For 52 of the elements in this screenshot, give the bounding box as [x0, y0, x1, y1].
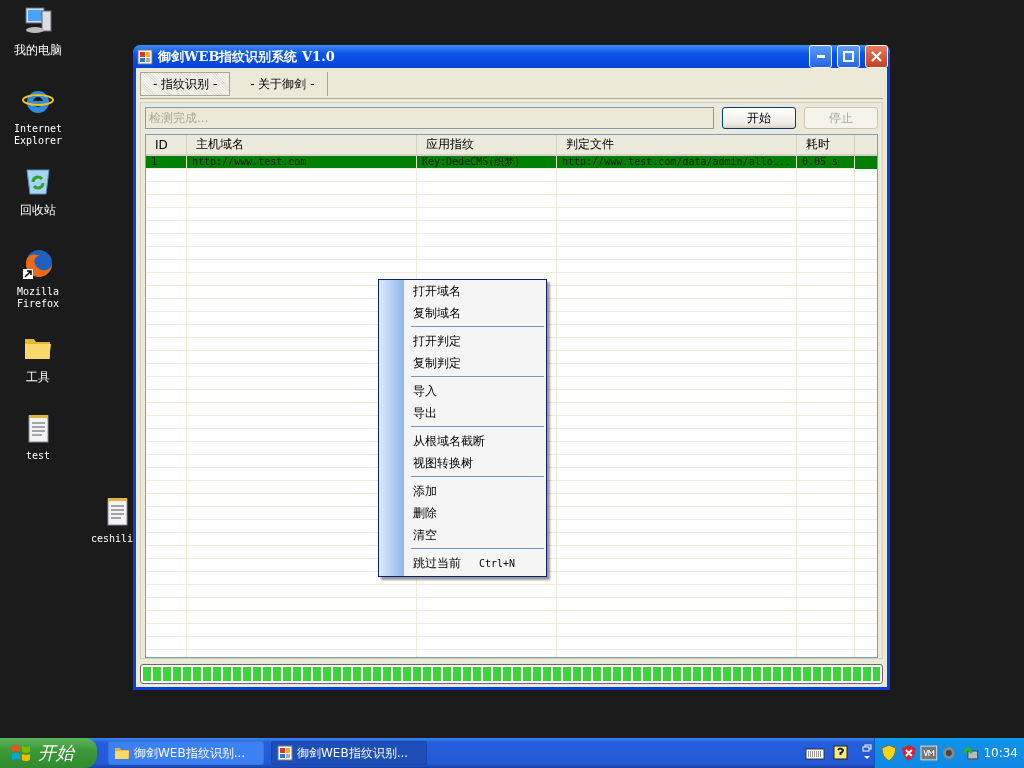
- network-icon[interactable]: [961, 744, 980, 762]
- tab[interactable]: - 关于御剑 -: [238, 72, 328, 96]
- menu-item[interactable]: 打开域名: [404, 280, 544, 302]
- desktop-icon-label[interactable]: Mozilla Firefox: [8, 286, 68, 310]
- menu-item[interactable]: 导出: [404, 402, 544, 424]
- help-icon[interactable]: [833, 745, 849, 761]
- close-button[interactable]: [865, 45, 888, 68]
- menu-item[interactable]: 导入: [404, 380, 544, 402]
- menu-item[interactable]: 添加: [404, 480, 544, 502]
- column-header[interactable]: ID: [146, 135, 187, 154]
- windows-flag-icon: [10, 743, 32, 763]
- column-header[interactable]: 判定文件: [557, 135, 797, 154]
- start-button[interactable]: 开始: [722, 107, 796, 129]
- start-button[interactable]: 开始: [0, 738, 97, 768]
- shield-icon[interactable]: [881, 744, 897, 762]
- folder-icon: [114, 745, 130, 761]
- minimize-icon: [816, 55, 825, 58]
- column-header[interactable]: 主机域名: [187, 135, 417, 154]
- shield-icon[interactable]: [900, 744, 917, 762]
- tab[interactable]: - 指纹识别 -: [140, 72, 231, 96]
- window-title: 御剑WEB指纹识别系统 V1.0: [158, 47, 336, 66]
- column-header[interactable]: 耗时: [797, 135, 855, 154]
- desktop-icon-label[interactable]: test: [8, 450, 68, 462]
- menu-item[interactable]: 复制域名: [404, 302, 544, 324]
- desktop-icon-label[interactable]: 回收站: [20, 203, 56, 217]
- restore-icon[interactable]: [861, 744, 873, 762]
- menu-item[interactable]: 复制判定: [404, 352, 544, 374]
- taskbar-button[interactable]: 御剑WEB指纹识别...: [108, 741, 264, 765]
- table-row[interactable]: 1 http://www.test.com Key:DedeCMS(织梦) http://www.test.com/data/admin/allo... 0.05 s: [146, 156, 877, 169]
- close-icon: [871, 51, 882, 62]
- menu-item[interactable]: 清空: [404, 524, 544, 546]
- maximize-button[interactable]: [837, 45, 860, 68]
- desktop-icon-label[interactable]: Internet Explorer: [8, 123, 68, 147]
- speaker-icon[interactable]: [942, 745, 958, 761]
- menu-item[interactable]: 视图转换树: [404, 452, 544, 474]
- column-header[interactable]: 应用指纹: [417, 135, 557, 154]
- menu-item[interactable]: 打开判定: [404, 330, 544, 352]
- desktop-icon-label[interactable]: ceshili: [91, 533, 134, 545]
- menu-item[interactable]: 从根域名截断: [404, 430, 544, 452]
- menu-item[interactable]: 删除: [404, 502, 544, 524]
- desktop-icon-label[interactable]: 我的电脑: [14, 43, 62, 57]
- vm-icon[interactable]: [920, 745, 939, 761]
- minimize-button[interactable]: [809, 45, 832, 68]
- desktop-icon-label[interactable]: 工具: [26, 370, 50, 384]
- keyboard-icon[interactable]: [805, 746, 825, 760]
- clock[interactable]: 10:34: [983, 746, 1018, 760]
- menu-item[interactable]: 跳过当前 Ctrl+N: [404, 552, 544, 574]
- firefox-icon: [22, 248, 54, 280]
- app-icon: [137, 48, 153, 65]
- taskbar-button[interactable]: 御剑WEB指纹识别...: [271, 741, 427, 765]
- maximize-icon: [843, 51, 854, 62]
- app-icon: [277, 745, 293, 761]
